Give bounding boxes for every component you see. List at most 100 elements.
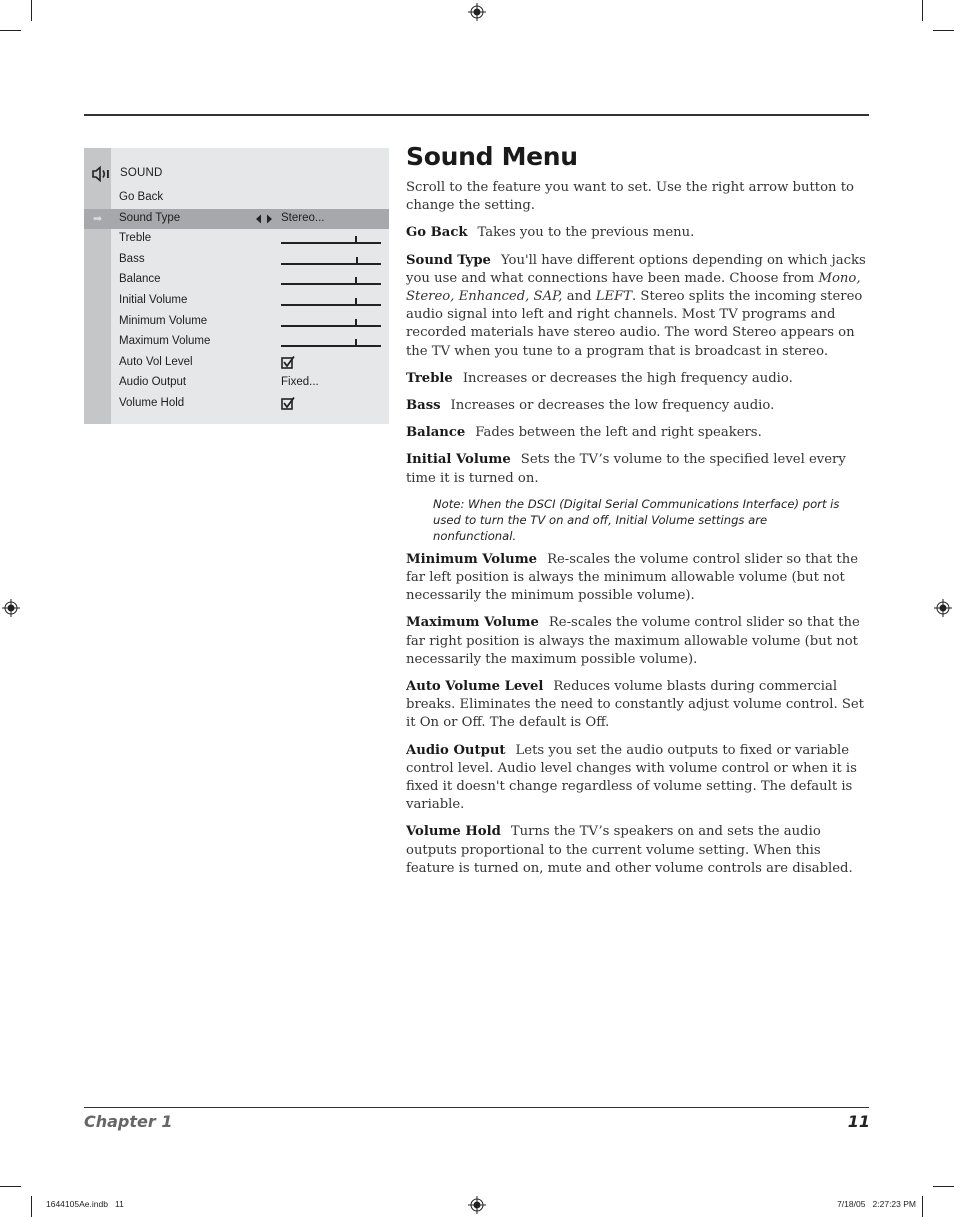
menu-item-label: Go Back: [119, 191, 164, 203]
left-right-arrows-icon[interactable]: [255, 213, 273, 225]
term: Initial Volume: [406, 452, 511, 468]
menu-title: SOUND: [120, 167, 163, 179]
desc-minimum-volume: Minimum Volume Re-scales the volume contr…: [406, 551, 872, 606]
definition: Takes you to the previous menu.: [477, 225, 695, 241]
term: Audio Output: [406, 742, 506, 758]
level-slider[interactable]: [281, 275, 381, 287]
desc-initial-volume: Initial Volume Sets the TV’s volume to th…: [406, 451, 872, 487]
slider-knob[interactable]: [355, 298, 357, 306]
desc-sound-type: Sound Type You'll have different options …: [406, 252, 872, 361]
registration-mark-icon: [468, 1196, 486, 1214]
checkbox-checked-icon[interactable]: [281, 396, 297, 411]
menu-item-label: Treble: [119, 232, 152, 245]
menu-item[interactable]: Maximum Volume: [84, 332, 389, 353]
desc-auto-volume-level: Auto Volume Level Reduces volume blasts d…: [406, 678, 872, 733]
slider-track: [281, 304, 381, 306]
slider-track: [281, 283, 381, 286]
page-number: 11: [847, 1112, 870, 1131]
slug-timestamp: 7/18/05 2:27:23 PM: [837, 1199, 916, 1209]
menu-item[interactable]: Audio Output Fixed...: [84, 373, 389, 394]
level-slider[interactable]: [281, 255, 381, 267]
menu-item[interactable]: Volume Hold: [84, 394, 389, 415]
menu-item[interactable]: Go Back: [84, 188, 389, 209]
menu-item[interactable]: Balance: [84, 270, 389, 291]
page-title: Sound Menu: [406, 142, 578, 171]
term: Go Back: [406, 225, 468, 241]
desc-bass: Bass Increases or decreases the low frequ…: [406, 397, 872, 415]
slider-track: [281, 262, 381, 265]
sound-menu-panel: SOUND Go Back ➡ Sound Type Stereo... Treble B…: [84, 148, 389, 424]
intro-paragraph: Scroll to the feature you want to set. U…: [406, 180, 854, 214]
option-list: Stereo, Enhanced, SAP,: [406, 289, 563, 305]
definition: Increases or decreases the high frequenc…: [462, 370, 793, 386]
term: Treble: [406, 370, 453, 386]
menu-item-label: Balance: [119, 273, 161, 286]
menu-item[interactable]: ➡ Sound Type Stereo...: [84, 208, 389, 230]
slider-knob[interactable]: [355, 318, 357, 327]
registration-mark-icon: [468, 3, 486, 21]
definition: Increases or decreases the low frequency…: [450, 398, 775, 414]
chapter-label: Chapter 1: [84, 1112, 173, 1131]
menu-item-value: Fixed...: [281, 376, 319, 389]
menu-item-label: Auto Vol Level: [119, 355, 193, 368]
crop-mark: [922, 1196, 923, 1217]
checkbox-checked-icon[interactable]: [281, 355, 297, 370]
slider-track: [281, 345, 381, 348]
slug-filename: 1644105Ae.indb 11: [46, 1199, 124, 1209]
desc-volume-hold: Volume Hold Turns the TV’s speakers on an…: [406, 823, 872, 878]
term: Sound Type: [406, 252, 491, 268]
menu-item-value: Stereo...: [281, 211, 325, 224]
desc-balance: Balance Fades between the left and right …: [406, 424, 872, 442]
option-left: LEFT: [595, 289, 633, 305]
crop-mark: [31, 0, 32, 21]
menu-item[interactable]: Initial Volume: [84, 291, 389, 312]
menu-item-label: Bass: [119, 252, 145, 265]
slider-knob[interactable]: [355, 236, 357, 245]
desc-go-back: Go Back Takes you to the previous menu.: [406, 224, 872, 242]
term: Maximum Volume: [406, 615, 539, 631]
level-slider[interactable]: [281, 296, 381, 308]
desc-maximum-volume: Maximum Volume Re-scales the volume contr…: [406, 614, 872, 669]
crop-mark: [922, 0, 923, 21]
crop-mark: [31, 1196, 32, 1217]
definition: Fades between the left and right speaker…: [475, 425, 762, 441]
term: Balance: [406, 425, 466, 441]
slider-knob[interactable]: [356, 256, 358, 265]
conjunction: and: [562, 289, 596, 305]
desc-treble: Treble Increases or decreases the high fr…: [406, 370, 872, 388]
crop-mark: [933, 1186, 954, 1187]
menu-item-label: Sound Type: [119, 211, 181, 224]
menu-item[interactable]: Treble: [84, 229, 389, 250]
slider-knob[interactable]: [355, 277, 357, 286]
term: Minimum Volume: [406, 551, 538, 567]
menu-item-label: Initial Volume: [119, 294, 188, 306]
menu-item[interactable]: Bass: [84, 250, 389, 271]
slider-track: [281, 242, 381, 245]
term: Bass: [406, 398, 441, 414]
level-slider[interactable]: [281, 234, 381, 246]
menu-item-label: Volume Hold: [119, 397, 185, 409]
slider-knob[interactable]: [355, 339, 357, 348]
crop-mark: [933, 30, 954, 31]
registration-mark-icon: [2, 599, 20, 617]
slider-track: [281, 324, 381, 327]
note: Note: When the DSCI (Digital Serial Comm…: [433, 496, 840, 543]
desc-audio-output: Audio Output Lets you set the audio outpu…: [406, 742, 872, 815]
level-slider[interactable]: [281, 337, 381, 349]
registration-mark-icon: [934, 599, 952, 617]
crop-mark: [0, 1186, 21, 1187]
menu-item-label: Minimum Volume: [119, 314, 208, 327]
menu-item-label: Maximum Volume: [119, 335, 211, 348]
selection-arrow-icon: ➡: [93, 212, 103, 225]
option-mono: Mono,: [818, 270, 861, 286]
level-slider[interactable]: [281, 317, 381, 329]
menu-item[interactable]: Auto Vol Level: [84, 353, 389, 374]
speaker-icon: [92, 166, 109, 182]
term: Auto Volume Level: [406, 679, 544, 695]
main-content: Sound Menu Scroll to the feature you wan…: [406, 140, 872, 887]
header-rule: [84, 114, 869, 116]
term: Volume Hold: [406, 824, 501, 840]
footer-rule: [84, 1107, 869, 1108]
menu-item-label: Audio Output: [119, 376, 187, 389]
menu-item[interactable]: Minimum Volume: [84, 312, 389, 333]
